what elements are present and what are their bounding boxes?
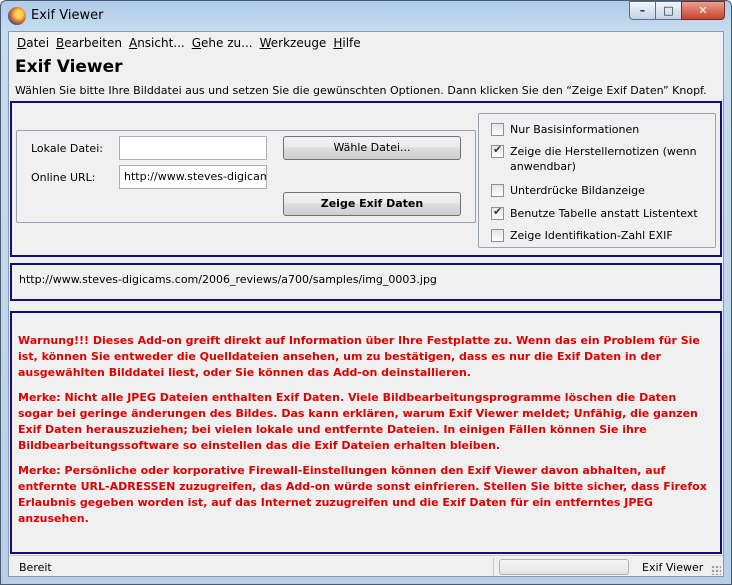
status-bar: Bereit Exif Viewer (9, 555, 723, 577)
url-display-group: http://www.steves-digicams.com/2006_revi… (10, 263, 722, 301)
minimize-button[interactable]: – (629, 1, 655, 20)
warnings-group: Warnung!!! Dieses Add-on greift direkt a… (10, 311, 722, 554)
warning-paragraph: Warnung!!! Dieses Add-on greift direkt a… (18, 334, 700, 379)
window-title: Exif Viewer (31, 8, 104, 23)
option-basic-info[interactable]: Nur Basisinformationen (491, 122, 639, 137)
options-box: Nur Basisinformationen Zeige die Herstel… (478, 113, 716, 248)
option-maker-notes[interactable]: Zeige die Herstellernotizen (wenn anwend… (491, 143, 701, 174)
menu-bar: Datei Bearbeiten Ansicht... Gehe zu... W… (9, 32, 723, 54)
menu-datei[interactable]: Datei (14, 32, 53, 54)
title-bar[interactable]: Exif Viewer – □ ✕ (1, 1, 731, 31)
progress-bar (499, 559, 629, 575)
option-exif-id[interactable]: Zeige Identifikation-Zahl EXIF (491, 228, 673, 243)
menu-bearbeiten[interactable]: Bearbeiten (53, 32, 126, 54)
image-url-text: http://www.steves-digicams.com/2006_revi… (19, 273, 437, 286)
menu-gehe-zu[interactable]: Gehe zu... (189, 32, 257, 54)
checkbox-basic-info[interactable] (491, 123, 504, 136)
close-icon: ✕ (698, 4, 708, 17)
file-selection-box: Lokale Datei: Wähle Datei... Online URL:… (16, 130, 476, 223)
page-title: Exif Viewer (15, 57, 123, 77)
checkbox-suppress-image[interactable] (491, 184, 504, 197)
online-url-input[interactable]: http://www.steves-digicam (119, 165, 267, 189)
choose-file-button[interactable]: Wähle Datei... (283, 136, 461, 160)
option-use-table[interactable]: Benutze Tabelle anstatt Listentext (491, 205, 698, 221)
menu-werkzeuge[interactable]: Werkzeuge (257, 32, 331, 54)
menu-hilfe[interactable]: Hilfe (330, 32, 364, 54)
status-app-name: Exif Viewer (642, 561, 704, 574)
option-suppress-image[interactable]: Unterdrücke Bildanzeige (491, 183, 645, 198)
app-window: Exif Viewer – □ ✕ Datei Bearbeiten Ansic… (0, 0, 732, 585)
resize-grip-icon[interactable] (711, 565, 721, 575)
minimize-icon: – (639, 4, 646, 17)
caption-buttons: – □ ✕ (629, 1, 725, 21)
instruction-text: Wählen Sie bitte Ihre Bilddatei aus und … (15, 84, 707, 97)
online-url-label: Online URL: (31, 171, 96, 184)
maximize-icon: □ (663, 4, 674, 17)
checkbox-maker-notes[interactable] (491, 143, 504, 158)
note-paragraph-jpeg: Merke: Nicht alle JPEG Dateien enthalten… (18, 391, 698, 452)
local-file-label: Lokale Datei: (31, 142, 103, 155)
status-divider (493, 558, 494, 576)
checkbox-exif-id[interactable] (491, 229, 504, 242)
close-button[interactable]: ✕ (681, 1, 725, 20)
show-exif-button[interactable]: Zeige Exif Daten (283, 192, 461, 216)
local-file-input[interactable] (119, 136, 267, 160)
client-area: Datei Bearbeiten Ansicht... Gehe zu... W… (8, 31, 724, 577)
status-text: Bereit (19, 561, 52, 574)
menu-ansicht[interactable]: Ansicht... (126, 32, 189, 54)
options-group: Lokale Datei: Wähle Datei... Online URL:… (10, 101, 722, 257)
firefox-icon (8, 7, 26, 25)
checkbox-use-table[interactable] (491, 205, 504, 220)
maximize-button[interactable]: □ (655, 1, 681, 20)
note-paragraph-firewall: Merke: Persönliche oder korporative Fire… (18, 464, 707, 525)
